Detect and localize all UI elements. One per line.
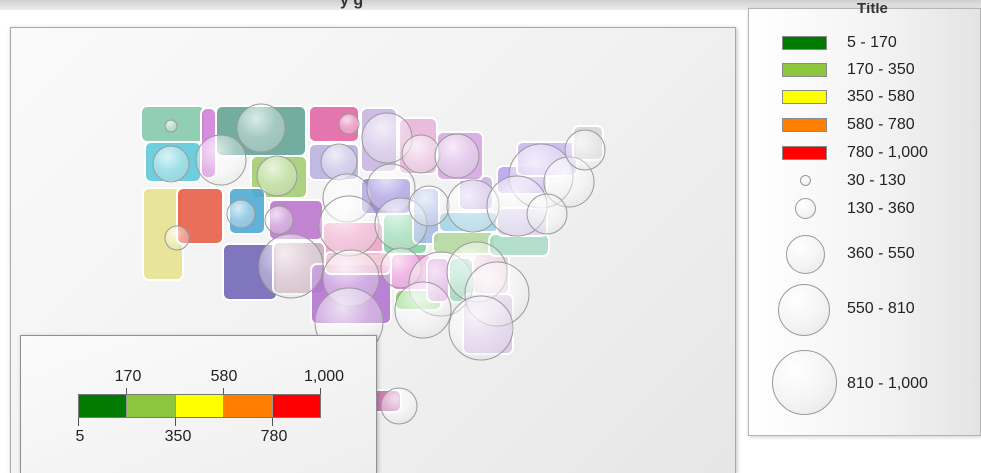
legend-title: Títle [857, 3, 888, 13]
value-bubble [256, 155, 298, 197]
legend-color-swatch [782, 36, 827, 50]
legend-size-row: 550 - 810 [749, 284, 981, 336]
legend-color-row: 580 - 780 [749, 115, 981, 135]
value-bubble [318, 195, 380, 257]
value-bubble [195, 134, 247, 186]
scale-bottom-label: 5 [75, 428, 85, 445]
legend-panel: Títle 5 - 170 170 - 350 350 - 580 580 - … [748, 3, 981, 436]
legend-size-bubble [772, 350, 837, 415]
legend-color-label: 5 - 170 [847, 34, 897, 51]
scale-tick [175, 418, 176, 426]
color-scale-segment [127, 395, 176, 417]
value-bubble [564, 129, 606, 171]
legend-size-label: 810 - 1,000 [847, 375, 928, 392]
legend-size-bubble [778, 284, 830, 336]
color-scale-segment [79, 395, 128, 417]
legend-color-swatch [782, 118, 827, 132]
value-bubble [226, 199, 256, 229]
legend-size-label: 550 - 810 [847, 300, 915, 317]
value-bubble [394, 281, 452, 339]
scale-tick [78, 418, 79, 426]
legend-size-row: 810 - 1,000 [749, 350, 981, 415]
value-bubble [401, 134, 441, 174]
legend-size-row: 130 - 360 [749, 198, 981, 219]
scale-top-label: 170 [114, 368, 142, 385]
legend-color-label: 580 - 780 [847, 116, 915, 133]
scale-tick [223, 388, 224, 394]
legend-color-label: 350 - 580 [847, 88, 915, 105]
scale-tick [272, 418, 273, 426]
legend-size-label: 130 - 360 [847, 200, 915, 217]
legend-size-bubble [795, 198, 816, 219]
legend-size-label: 30 - 130 [847, 172, 906, 189]
legend-color-swatch [782, 90, 827, 104]
value-bubble [236, 103, 286, 153]
value-bubble [408, 185, 450, 227]
value-bubble [258, 233, 324, 299]
map-title: y g [340, 0, 364, 9]
value-bubble [380, 387, 418, 425]
legend-color-row: 5 - 170 [749, 33, 981, 53]
legend-color-label: 780 - 1,000 [847, 144, 928, 161]
scale-tick [126, 388, 127, 394]
legend-color-swatch [782, 146, 827, 160]
legend-size-row: 360 - 550 [749, 235, 981, 274]
legend-color-row: 350 - 580 [749, 87, 981, 107]
value-bubble [338, 113, 360, 135]
scale-top-label: 1,000 [303, 368, 345, 385]
legend-size-bubble [800, 175, 811, 186]
legend-size-row: 30 - 130 [749, 171, 981, 191]
color-scale-segment [224, 395, 273, 417]
color-scale-segment [175, 395, 225, 417]
scale-top-label: 580 [210, 368, 238, 385]
legend-size-bubble [786, 235, 825, 274]
legend-color-row: 170 - 350 [749, 60, 981, 80]
value-bubble [152, 145, 190, 183]
color-scale-panel: 170 580 1,000 5 350 780 [20, 335, 377, 473]
value-bubble [526, 193, 568, 235]
legend-size-label: 360 - 550 [847, 245, 915, 262]
color-scale-bar [78, 394, 321, 418]
color-scale-segment [272, 395, 321, 417]
value-bubble [264, 205, 294, 235]
scale-bottom-label: 350 [164, 428, 192, 445]
value-bubble [164, 225, 190, 251]
value-bubble [164, 119, 178, 133]
value-bubble [434, 133, 480, 179]
legend-color-row: 780 - 1,000 [749, 143, 981, 163]
legend-color-label: 170 - 350 [847, 61, 915, 78]
scale-tick [320, 388, 321, 394]
value-bubble [448, 295, 514, 361]
scale-bottom-label: 780 [260, 428, 288, 445]
legend-color-swatch [782, 63, 827, 77]
